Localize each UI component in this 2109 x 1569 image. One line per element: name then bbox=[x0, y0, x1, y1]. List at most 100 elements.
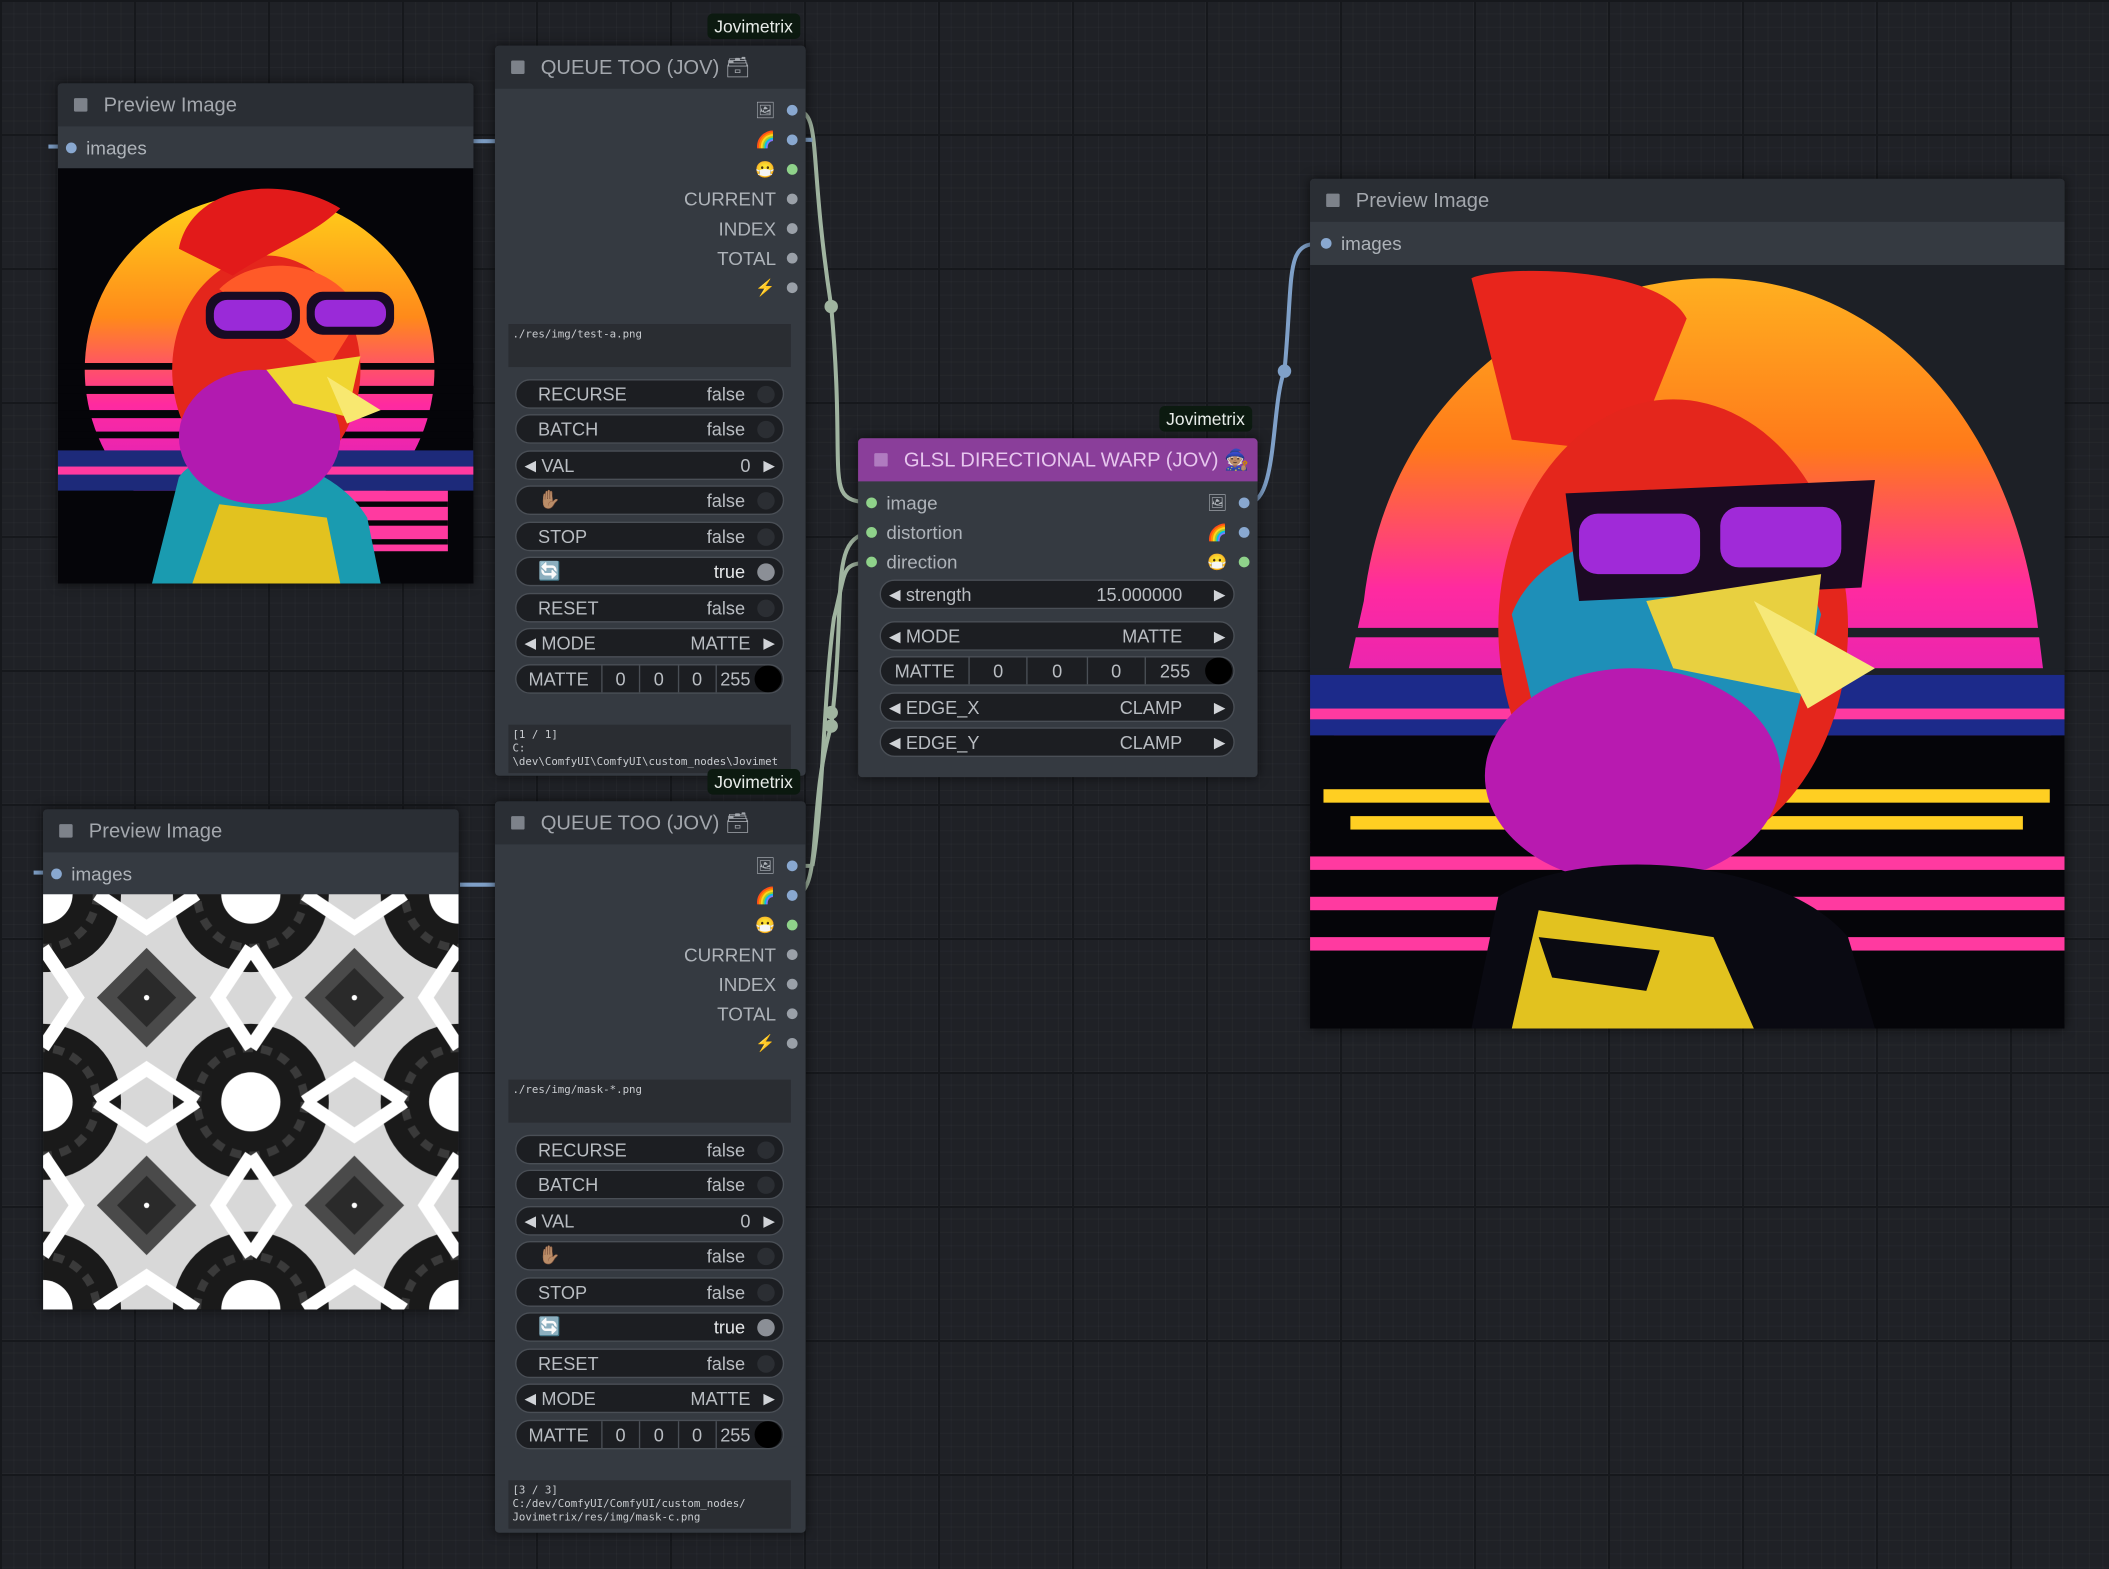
next-arrow-icon[interactable]: ▶ bbox=[763, 634, 774, 651]
decrement-arrow-icon[interactable]: ◀ bbox=[525, 1212, 536, 1229]
next-arrow-icon[interactable]: ▶ bbox=[763, 1390, 774, 1407]
output-rgb[interactable]: 🌈 bbox=[755, 126, 798, 153]
mode-combo[interactable]: ◀ MODE MATTE ▶ bbox=[879, 621, 1235, 651]
socket-total-out[interactable] bbox=[786, 252, 798, 264]
socket-distortion-in[interactable] bbox=[866, 527, 877, 538]
socket-mask-out[interactable] bbox=[786, 919, 798, 931]
input-image[interactable]: image bbox=[866, 489, 938, 516]
input-distortion[interactable]: distortion bbox=[866, 519, 963, 546]
collapse-toggle[interactable] bbox=[511, 816, 525, 830]
socket-total-out[interactable] bbox=[786, 1008, 798, 1020]
socket-images[interactable] bbox=[51, 868, 62, 880]
output-rgb[interactable]: 🌈 bbox=[755, 882, 798, 909]
socket-trigger-out[interactable] bbox=[786, 282, 798, 294]
val-stepper[interactable]: ◀ VAL 0 ▶ bbox=[515, 450, 785, 480]
output-mask[interactable]: 😷 bbox=[1206, 549, 1250, 576]
output-current[interactable]: CURRENT bbox=[684, 186, 798, 213]
socket-trigger-out[interactable] bbox=[786, 1037, 798, 1049]
increment-arrow-icon[interactable]: ▶ bbox=[763, 1212, 774, 1229]
socket-index-out[interactable] bbox=[786, 223, 798, 234]
recurse-toggle[interactable]: RECURSE false bbox=[515, 1134, 785, 1165]
collapse-toggle[interactable] bbox=[874, 453, 888, 467]
node-header[interactable]: GLSL DIRECTIONAL WARP (JOV) 🧙🏽 bbox=[858, 438, 1258, 482]
matte-r[interactable]: 0 bbox=[970, 657, 1029, 685]
input-images[interactable]: images bbox=[1320, 230, 1402, 257]
collapse-toggle[interactable] bbox=[73, 98, 88, 112]
matte-swatch[interactable] bbox=[1204, 657, 1233, 685]
collapse-toggle[interactable] bbox=[1326, 193, 1340, 208]
matte-r[interactable]: 0 bbox=[602, 1421, 641, 1449]
matte-g[interactable]: 0 bbox=[640, 1421, 679, 1449]
preview-node-bottom[interactable]: Preview Image images bbox=[43, 809, 459, 1310]
socket-image-in[interactable] bbox=[866, 497, 877, 509]
stop-toggle[interactable]: STOP false bbox=[515, 1277, 785, 1307]
edge-y-combo[interactable]: ◀ EDGE_Y CLAMP ▶ bbox=[879, 727, 1235, 757]
graph-canvas[interactable]: Preview Image images Preview Image image… bbox=[0, 0, 2109, 1569]
socket-image-out[interactable] bbox=[786, 104, 798, 116]
matte-a[interactable]: 255 bbox=[1146, 657, 1204, 684]
loop-toggle[interactable]: 🔄 true bbox=[515, 1312, 785, 1342]
socket-mask-out[interactable] bbox=[786, 164, 798, 175]
matte-color-widget[interactable]: MATTE 0 0 0 255 bbox=[515, 664, 785, 694]
matte-swatch[interactable] bbox=[754, 665, 783, 693]
socket-rgb-out[interactable] bbox=[1238, 527, 1250, 538]
loop-toggle[interactable]: 🔄 true bbox=[515, 556, 785, 587]
prev-arrow-icon[interactable]: ◀ bbox=[889, 698, 900, 716]
next-arrow-icon[interactable]: ▶ bbox=[1214, 733, 1225, 751]
preview-node-top[interactable]: Preview Image images bbox=[57, 83, 474, 584]
hold-toggle[interactable]: ✋🏽 false bbox=[515, 485, 785, 515]
socket-current-out[interactable] bbox=[786, 193, 798, 205]
increment-arrow-icon[interactable]: ▶ bbox=[1214, 586, 1225, 603]
matte-a[interactable]: 255 bbox=[717, 1421, 754, 1448]
matte-a[interactable]: 255 bbox=[717, 666, 754, 693]
node-header[interactable]: Preview Image bbox=[1310, 178, 2065, 222]
mode-combo[interactable]: ◀ MODE MATTE ▶ bbox=[515, 1383, 785, 1414]
socket-rgb-out[interactable] bbox=[786, 134, 798, 146]
node-header[interactable]: QUEUE TOO (JOV) 🗃 bbox=[494, 45, 806, 89]
socket-mask-out[interactable] bbox=[1238, 556, 1250, 568]
output-image[interactable]: 🖼 bbox=[1206, 489, 1250, 516]
output-total[interactable]: TOTAL bbox=[717, 1000, 798, 1027]
matte-swatch[interactable] bbox=[754, 1421, 783, 1449]
increment-arrow-icon[interactable]: ▶ bbox=[763, 456, 774, 474]
next-arrow-icon[interactable]: ▶ bbox=[1214, 627, 1225, 645]
batch-toggle[interactable]: BATCH false bbox=[515, 414, 785, 444]
output-image[interactable]: 🖼 bbox=[755, 852, 798, 879]
collapse-toggle[interactable] bbox=[59, 824, 73, 838]
output-index[interactable]: INDEX bbox=[719, 971, 798, 998]
output-current[interactable]: CURRENT bbox=[684, 941, 798, 968]
output-index[interactable]: INDEX bbox=[719, 215, 798, 242]
output-image[interactable]: 🖼 bbox=[755, 97, 798, 124]
preview-node-output[interactable]: Preview Image images bbox=[1310, 178, 2065, 1029]
socket-images[interactable] bbox=[1320, 237, 1332, 249]
strength-slider[interactable]: ◀ strength 15.000000 ▶ bbox=[879, 579, 1235, 610]
input-images[interactable]: images bbox=[51, 860, 132, 887]
matte-g[interactable]: 0 bbox=[640, 665, 679, 693]
input-direction[interactable]: direction bbox=[866, 549, 958, 576]
prev-arrow-icon[interactable]: ◀ bbox=[525, 634, 536, 651]
decrement-arrow-icon[interactable]: ◀ bbox=[525, 456, 536, 474]
socket-image-out[interactable] bbox=[1238, 497, 1250, 509]
stop-toggle[interactable]: STOP false bbox=[515, 521, 785, 552]
socket-current-out[interactable] bbox=[786, 949, 798, 960]
mode-combo[interactable]: ◀ MODE MATTE ▶ bbox=[515, 627, 785, 658]
socket-rgb-out[interactable] bbox=[786, 890, 798, 901]
socket-image-out[interactable] bbox=[786, 860, 798, 872]
socket-index-out[interactable] bbox=[786, 978, 798, 990]
decrement-arrow-icon[interactable]: ◀ bbox=[889, 586, 900, 603]
matte-b[interactable]: 0 bbox=[679, 1421, 717, 1449]
reset-toggle[interactable]: RESET false bbox=[515, 592, 785, 623]
edge-x-combo[interactable]: ◀ EDGE_X CLAMP ▶ bbox=[879, 692, 1235, 722]
socket-images[interactable] bbox=[65, 142, 77, 154]
socket-direction-in[interactable] bbox=[866, 556, 877, 568]
node-header[interactable]: Preview Image bbox=[57, 83, 474, 127]
matte-color-widget[interactable]: MATTE 0 0 0 255 bbox=[879, 656, 1235, 686]
matte-b[interactable]: 0 bbox=[1088, 657, 1146, 685]
matte-r[interactable]: 0 bbox=[602, 665, 641, 693]
recurse-toggle[interactable]: RECURSE false bbox=[515, 379, 785, 409]
prev-arrow-icon[interactable]: ◀ bbox=[889, 627, 900, 645]
prev-arrow-icon[interactable]: ◀ bbox=[889, 733, 900, 751]
queue-node-bottom[interactable]: QUEUE TOO (JOV) 🗃 🖼 🌈 😷 CURRENT INDEX TO… bbox=[494, 801, 806, 1533]
next-arrow-icon[interactable]: ▶ bbox=[1214, 698, 1225, 716]
prev-arrow-icon[interactable]: ◀ bbox=[525, 1390, 536, 1407]
